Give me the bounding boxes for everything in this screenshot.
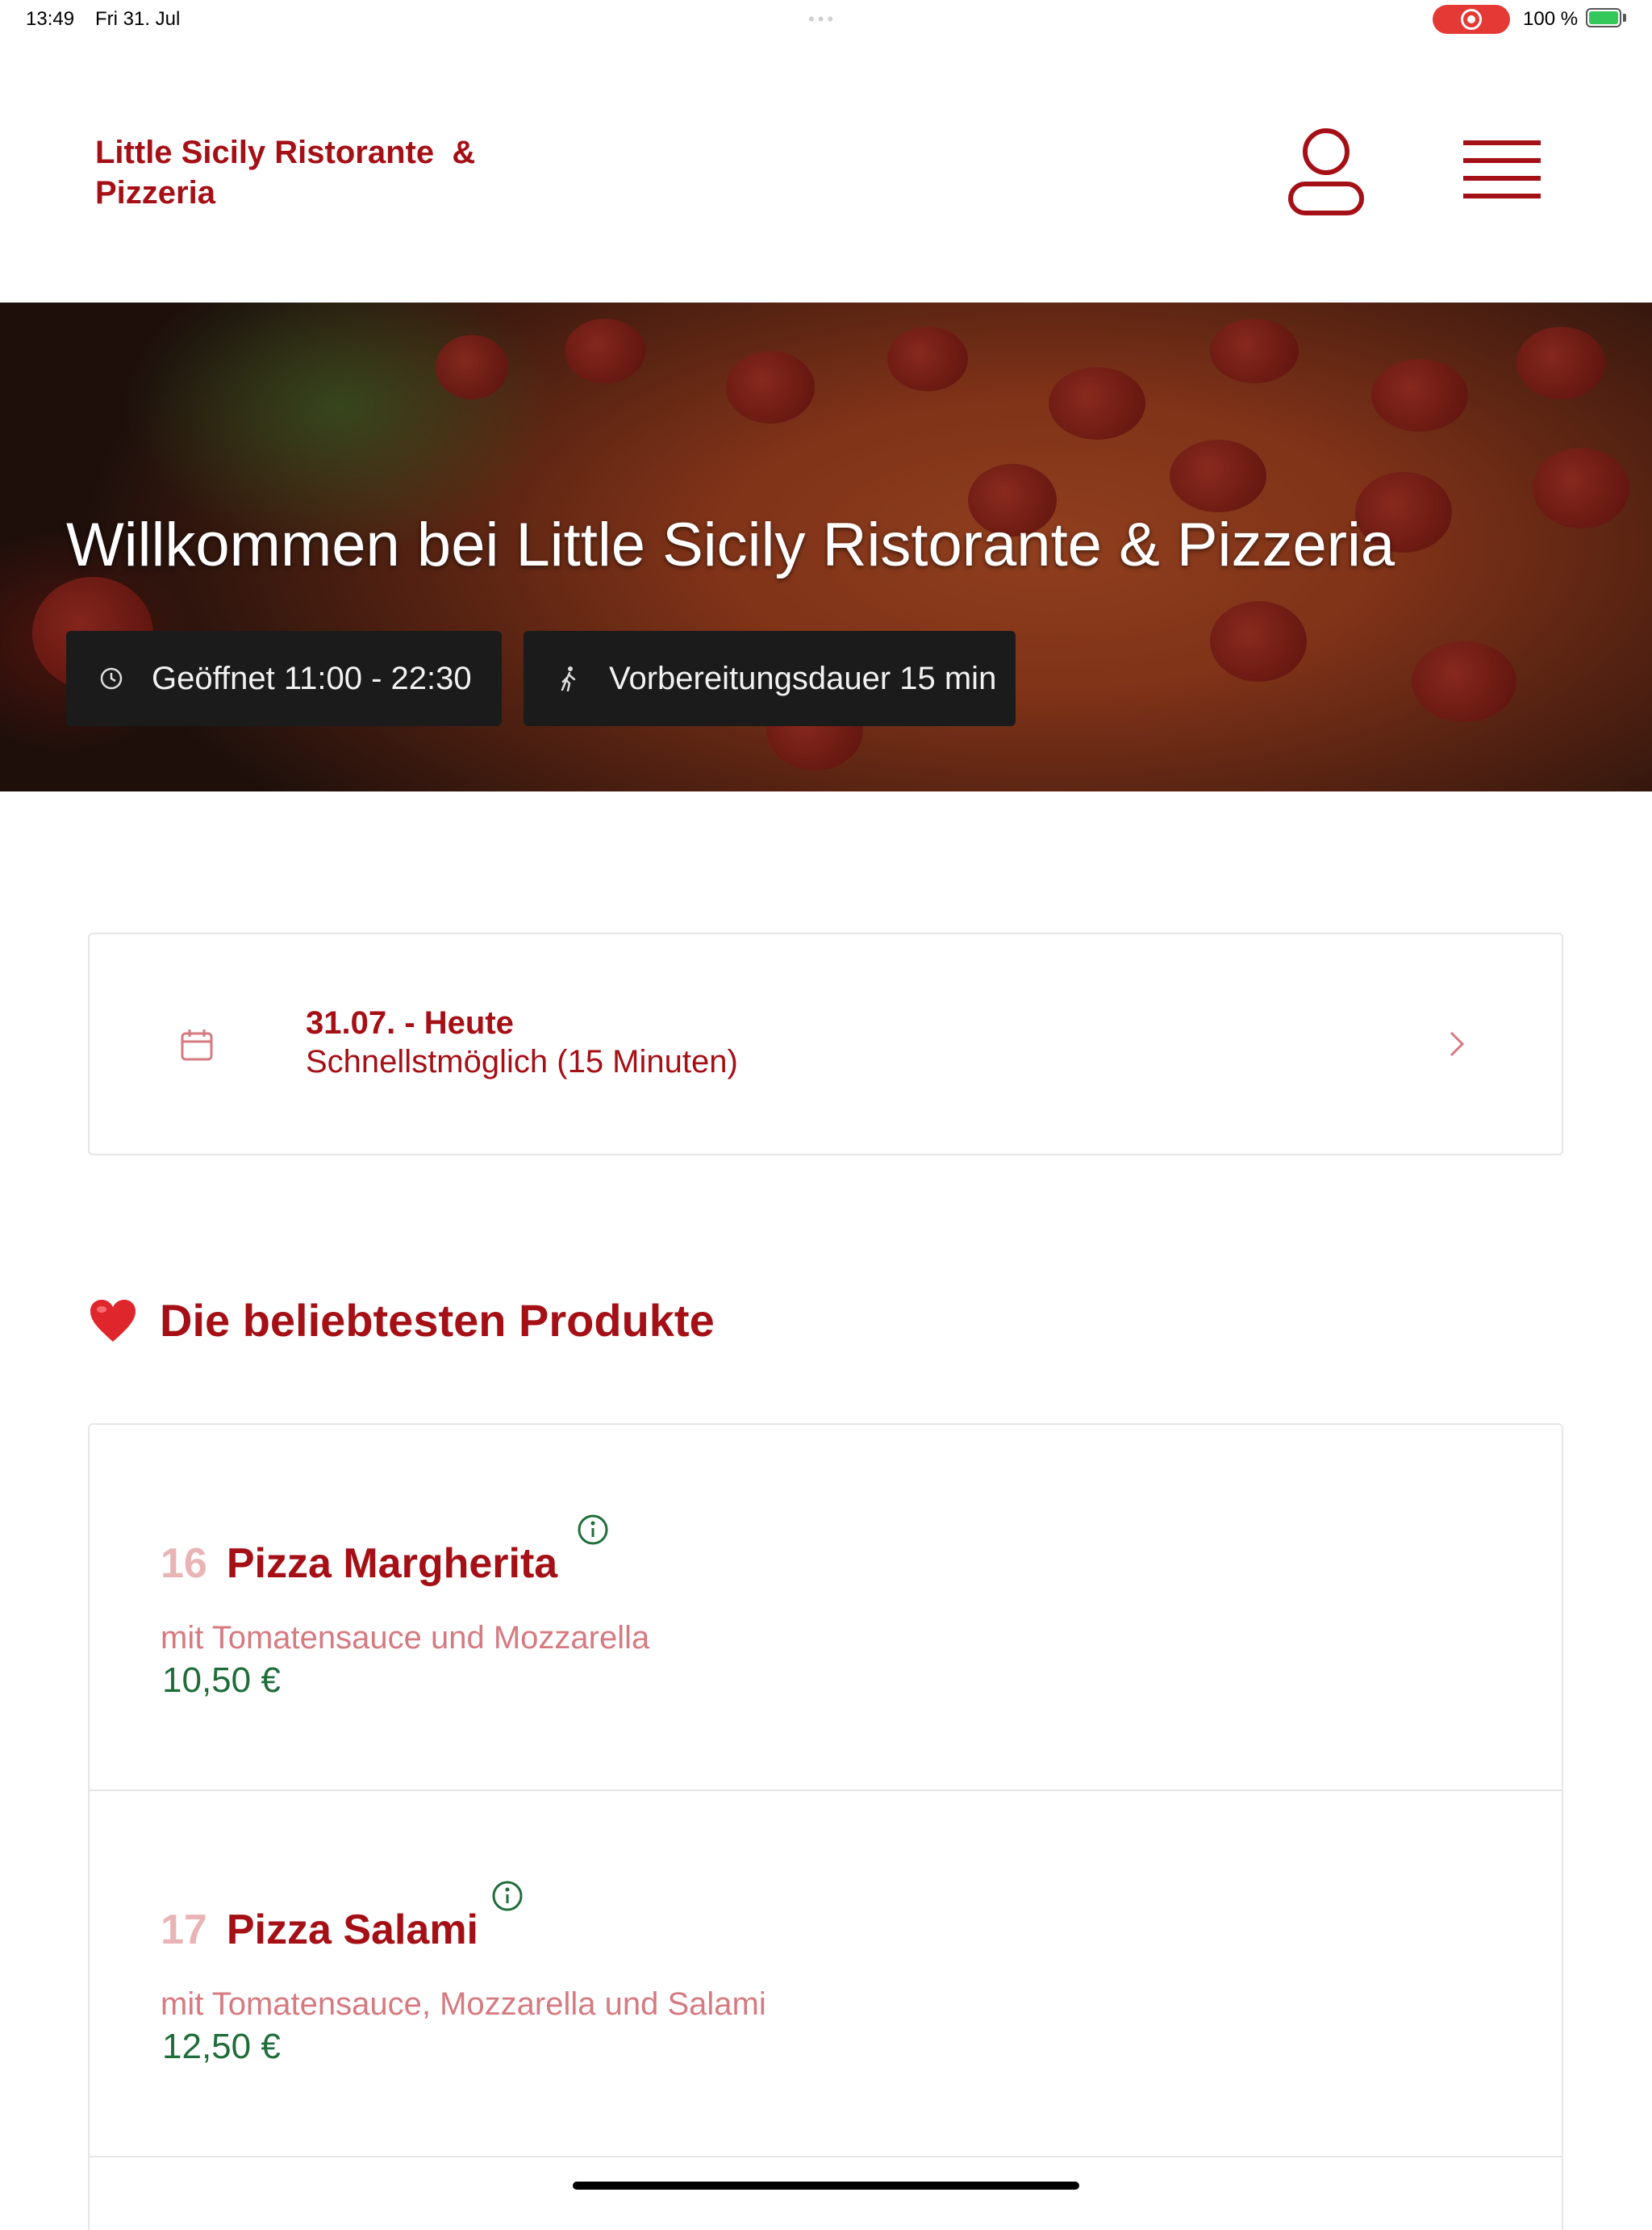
status-date: Fri 31. Jul bbox=[95, 8, 181, 30]
product-number: 16 bbox=[161, 1540, 207, 1587]
home-indicator[interactable] bbox=[573, 2182, 1079, 2190]
product-price: 12,50 € bbox=[162, 2027, 281, 2066]
hero-title: Willkommen bei Little Sicily Ristorante … bbox=[66, 511, 1395, 579]
product-description: mit Tomatensauce und Mozzarella bbox=[161, 1620, 650, 1656]
product-name: Pizza Salami bbox=[226, 1906, 478, 1953]
restaurant-name[interactable]: Little Sicily Ristorante & Pizzeria bbox=[95, 132, 531, 213]
pickup-date: 31.07. - Heute bbox=[306, 1005, 514, 1041]
opening-hours-text: Geöffnet 11:00 - 22:30 bbox=[152, 660, 472, 696]
status-time: 13:49 bbox=[26, 8, 75, 30]
hamburger-menu-button[interactable] bbox=[1458, 134, 1544, 207]
info-icon[interactable] bbox=[577, 1514, 609, 1546]
screen-recording-icon[interactable] bbox=[1433, 5, 1510, 34]
product-list: 16 Pizza Margherita mit Tomatensauce und… bbox=[88, 1423, 1563, 2230]
preparation-time-text: Vorbereitungsdauer 15 min bbox=[609, 660, 997, 696]
battery-percent: 100 % bbox=[1523, 8, 1579, 30]
product-name: Pizza Margherita bbox=[226, 1540, 558, 1587]
clock-icon bbox=[98, 666, 124, 691]
battery-icon bbox=[1586, 8, 1621, 27]
user-icon bbox=[1288, 128, 1364, 215]
hero-banner: Willkommen bei Little Sicily Ristorante … bbox=[0, 303, 1652, 791]
multitasking-dots-icon[interactable]: ••• bbox=[808, 10, 836, 28]
product-price: 10,50 € bbox=[162, 1660, 281, 1700]
product-number: 17 bbox=[161, 1906, 207, 1953]
pickup-time-option: Schnellstmöglich (15 Minuten) bbox=[306, 1044, 738, 1080]
preparation-time-badge: Vorbereitungsdauer 15 min bbox=[524, 631, 1016, 726]
product-description: mit Tomatensauce, Mozzarella und Salami bbox=[161, 1986, 766, 2022]
section-title: Die beliebtesten Produkte bbox=[160, 1295, 715, 1346]
heart-icon bbox=[90, 1299, 136, 1342]
chevron-right-icon bbox=[1450, 1031, 1465, 1057]
walking-person-icon bbox=[556, 666, 582, 691]
calendar-icon bbox=[181, 1029, 213, 1061]
info-icon[interactable] bbox=[491, 1880, 524, 1912]
product-card[interactable]: 16 Pizza Margherita mit Tomatensauce und… bbox=[90, 1425, 1562, 1791]
product-card[interactable]: 17 Pizza Salami mit Tomatensauce, Mozzar… bbox=[90, 1791, 1562, 2157]
opening-hours-badge: Geöffnet 11:00 - 22:30 bbox=[66, 631, 502, 726]
account-button[interactable] bbox=[1286, 126, 1366, 216]
status-bar: 13:49 Fri 31. Jul ••• 100 % bbox=[0, 0, 1652, 39]
pickup-time-selector[interactable]: 31.07. - Heute Schnellstmöglich (15 Minu… bbox=[88, 933, 1563, 1155]
popular-products-heading: Die beliebtesten Produkte bbox=[89, 1294, 715, 1347]
